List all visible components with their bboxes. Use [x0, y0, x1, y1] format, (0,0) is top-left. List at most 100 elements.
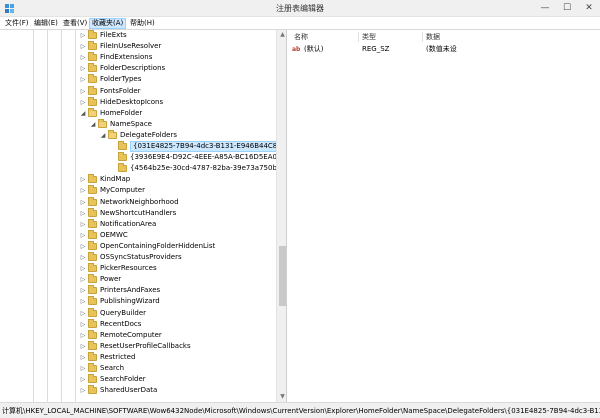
tree-item[interactable]: ▷ OEMWC	[0, 229, 276, 241]
expand-arrow-icon[interactable]: ▷	[80, 310, 86, 317]
tree-item[interactable]: ▷ KindMap	[0, 174, 276, 185]
tree-item-label: MyComputer	[100, 186, 145, 195]
expand-arrow-icon[interactable]: ▷	[80, 254, 86, 261]
expand-arrow-open-icon[interactable]: ◢	[100, 132, 106, 139]
column-header-name[interactable]: 名称	[294, 32, 308, 42]
tree-item[interactable]: ▷ NotificationArea	[0, 218, 276, 230]
tree-item[interactable]: ▷ RecentDocs	[0, 318, 276, 330]
expand-arrow-icon[interactable]: ▷	[80, 199, 86, 206]
tree-item[interactable]: ▷ PrintersAndFaxes	[0, 285, 276, 296]
expand-arrow-icon[interactable]: ▷	[80, 99, 86, 106]
expand-arrow-icon[interactable]: ▷	[80, 287, 86, 294]
tree-item-label: {3936E9E4-D92C-4EEE-A85A-BC16D5EA0819}	[130, 153, 287, 162]
expand-arrow-open-icon[interactable]: ◢	[80, 110, 86, 117]
status-bar: 计算机\HKEY_LOCAL_MACHINE\SOFTWARE\Wow6432N…	[0, 402, 600, 418]
tree-item[interactable]: ▷ OSSyncStatusProviders	[0, 252, 276, 263]
tree-item[interactable]: ▷ SharedUserData	[0, 385, 276, 396]
expand-arrow-icon[interactable]: ▷	[80, 276, 86, 283]
registry-key-tree[interactable]: ▷ FileExts ▷ FileInUseResolver ▷ FindExtensio…	[0, 30, 287, 402]
tree-item-label: FolderTypes	[100, 75, 142, 84]
expand-arrow-icon[interactable]: ▷	[80, 32, 86, 39]
expand-arrow-icon[interactable]: ▷	[80, 65, 86, 72]
tree-item[interactable]: ▷ PublishingWizard	[0, 296, 276, 307]
expand-arrow-icon[interactable]: ▷	[80, 265, 86, 272]
tree-item[interactable]: ▷ FolderDescriptions	[0, 63, 276, 74]
tree-item[interactable]: ▷ FontsFolder	[0, 85, 276, 97]
minimize-button[interactable]: —	[534, 0, 556, 16]
status-key-path: 计算机\HKEY_LOCAL_MACHINE\SOFTWARE\Wow6432N…	[2, 407, 600, 415]
close-button[interactable]: ✕	[578, 0, 600, 16]
folder-icon	[88, 351, 97, 361]
tree-item[interactable]: ▷ Search	[0, 363, 276, 374]
column-separator[interactable]	[358, 32, 359, 42]
tree-item[interactable]: ▷ Power	[0, 274, 276, 285]
tree-item[interactable]: ▷ QueryBuilder	[0, 307, 276, 319]
expand-arrow-icon[interactable]: ▷	[80, 232, 86, 239]
tree-item[interactable]: ▷ OpenContainingFolderHiddenList	[0, 240, 276, 252]
expand-arrow-icon[interactable]: ▷	[80, 365, 86, 372]
menu-file[interactable]: 文件(F)	[3, 18, 31, 29]
expand-arrow-icon[interactable]: ▷	[80, 376, 86, 383]
expand-arrow-icon[interactable]: ▷	[80, 354, 86, 361]
scroll-down-arrow-icon[interactable]: ▼	[277, 392, 286, 402]
folder-icon	[88, 196, 97, 206]
expand-arrow-icon[interactable]: ▷	[80, 76, 86, 83]
tree-item[interactable]: ▷ RemoteComputer	[0, 329, 276, 341]
column-header-data[interactable]: 数据	[426, 32, 440, 42]
menu-favorites[interactable]: 收藏夹(A)	[89, 18, 127, 29]
folder-icon	[108, 129, 117, 139]
folder-icon	[88, 340, 97, 350]
registry-values-pane[interactable]: 名称 类型 数据 ab (默认) REG_SZ (数值未设	[288, 30, 600, 402]
tree-item[interactable]: ◢ HomeFolder	[0, 107, 276, 119]
column-separator[interactable]	[422, 32, 423, 42]
tree-scrollbar[interactable]: ▲ ▼	[276, 30, 286, 402]
tree-item[interactable]: ▷ ResetUserProfileCallbacks	[0, 340, 276, 352]
tree-item[interactable]: ▷ FileInUseResolver	[0, 41, 276, 52]
expand-arrow-icon[interactable]: ▷	[80, 298, 86, 305]
expand-arrow-icon[interactable]: ▷	[80, 321, 86, 328]
expand-arrow-icon[interactable]: ▷	[80, 176, 86, 183]
tree-item[interactable]: ▷ FindExtensions	[0, 52, 276, 63]
scroll-thumb[interactable]	[279, 246, 286, 306]
menu-help[interactable]: 帮助(H)	[128, 18, 157, 29]
tree-item-label: PickerResources	[100, 264, 157, 273]
tree-item[interactable]: {031E4825-7B94-4dc3-B131-E946B44C8DD5}	[0, 141, 286, 152]
tree-item[interactable]: ▷ SearchFolder	[0, 374, 276, 385]
column-header-type[interactable]: 类型	[362, 32, 376, 42]
expand-arrow-icon[interactable]: ▷	[80, 54, 86, 61]
tree-item[interactable]: ▷ NetworkNeighborhood	[0, 196, 276, 208]
folder-icon	[88, 285, 97, 295]
tree-item[interactable]: ▷ FileExts	[0, 30, 276, 41]
expand-arrow-icon[interactable]: ▷	[80, 187, 86, 194]
tree-item[interactable]: {4564b25e-30cd-4787-82ba-39e73a750b14}	[0, 163, 286, 174]
expand-arrow-open-icon[interactable]: ◢	[90, 121, 96, 128]
tree-item[interactable]: ▷ FolderTypes	[0, 74, 276, 85]
folder-icon	[88, 185, 97, 195]
expand-arrow-icon[interactable]: ▷	[80, 43, 86, 50]
folder-icon	[88, 307, 97, 317]
expand-arrow-icon[interactable]: ▷	[80, 343, 86, 350]
tree-item[interactable]: ▷ HideDesktopIcons	[0, 96, 276, 108]
expand-arrow-icon[interactable]: ▷	[80, 243, 86, 250]
tree-item[interactable]: ▷ Restricted	[0, 351, 276, 363]
tree-item-label: OEMWC	[100, 230, 128, 239]
expand-arrow-icon[interactable]: ▷	[80, 332, 86, 339]
menu-edit[interactable]: 编辑(E)	[32, 18, 60, 29]
expand-arrow-icon[interactable]: ▷	[80, 221, 86, 228]
value-row[interactable]: ab (默认) REG_SZ (数值未设	[288, 44, 600, 55]
tree-item[interactable]: ▷ MyComputer	[0, 185, 276, 196]
folder-icon	[88, 218, 97, 228]
maximize-button[interactable]: ☐	[556, 0, 578, 16]
scroll-up-arrow-icon[interactable]: ▲	[277, 30, 286, 40]
tree-item[interactable]: ▷ PickerResources	[0, 263, 276, 274]
tree-item[interactable]: ◢ DelegateFolders	[0, 129, 276, 141]
folder-icon	[88, 207, 97, 217]
tree-item[interactable]: ▷ NewShortcutHandlers	[0, 207, 276, 219]
expand-arrow-icon[interactable]: ▷	[80, 210, 86, 217]
expand-arrow-icon[interactable]: ▷	[80, 387, 86, 394]
tree-item[interactable]: ◢ NameSpace	[0, 118, 276, 130]
folder-icon	[88, 263, 97, 273]
tree-item[interactable]: {3936E9E4-D92C-4EEE-A85A-BC16D5EA0819}	[0, 152, 286, 163]
menu-view[interactable]: 查看(V)	[61, 18, 89, 29]
expand-arrow-icon[interactable]: ▷	[80, 88, 86, 95]
